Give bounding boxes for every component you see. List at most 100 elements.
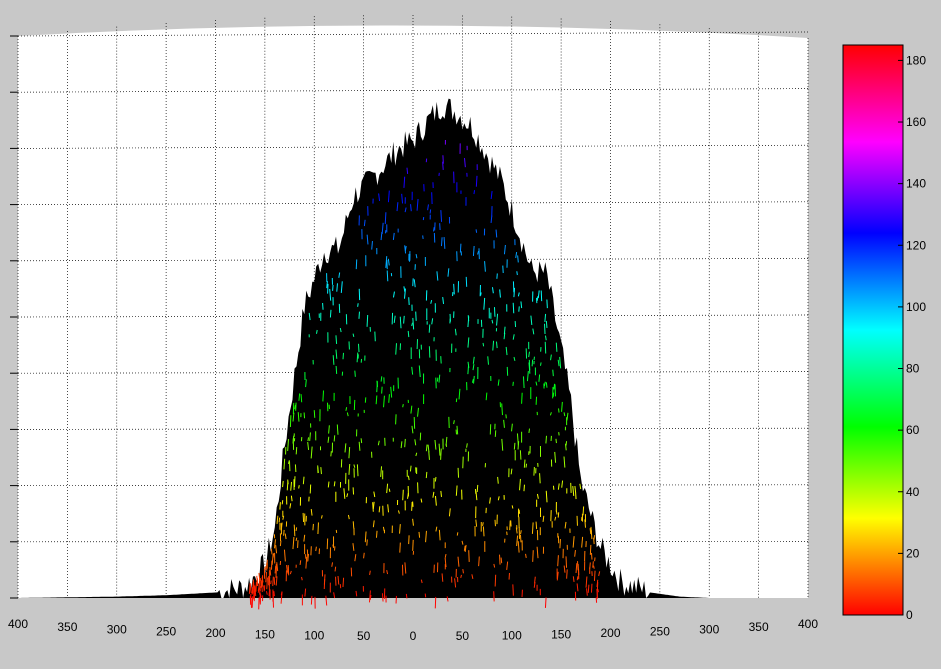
surface-streak	[378, 506, 381, 513]
surface-streak	[381, 593, 384, 602]
surface-streak	[260, 578, 262, 588]
surface-streak	[352, 521, 355, 529]
surface-streak	[544, 341, 547, 354]
surface-streak	[298, 485, 300, 489]
x-tick-label: 350	[749, 620, 769, 634]
surface-streak	[302, 512, 305, 522]
surface-streak	[511, 505, 514, 509]
surface-streak	[497, 476, 499, 484]
surface-streak	[281, 500, 284, 505]
surface-streak	[323, 574, 326, 585]
surface-streak	[388, 394, 390, 403]
surface-streak	[503, 326, 506, 335]
surface-streak	[545, 382, 548, 388]
surface-streak	[356, 464, 359, 477]
surface-streak	[518, 509, 521, 514]
surface-streak	[544, 597, 547, 608]
surface-streak	[442, 161, 444, 171]
surface-streak	[320, 467, 322, 475]
x-tick-label: 400	[798, 617, 818, 631]
surface-streak	[553, 383, 556, 390]
surface-streak	[428, 451, 430, 460]
surface-streak	[466, 443, 468, 448]
surface-streak	[557, 555, 559, 567]
surface-streak	[300, 394, 303, 403]
surface-streak	[290, 495, 293, 502]
x-tick-label: 50	[357, 629, 371, 643]
surface-streak	[418, 531, 421, 538]
surface-streak	[587, 584, 590, 593]
x-tick-label: 50	[456, 629, 470, 643]
surface-streak	[369, 570, 371, 576]
surface-streak	[425, 444, 428, 452]
x-tick-label: 400	[8, 617, 28, 631]
colorbar-tick-label: 180	[906, 53, 926, 67]
surface-streak	[274, 565, 277, 574]
surface-streak	[509, 520, 511, 531]
surface-streak	[495, 229, 498, 238]
colorbar-tick-label: 160	[906, 115, 926, 129]
surface-streak	[273, 577, 276, 585]
x-tick-label: 300	[699, 622, 719, 636]
x-tick-label: 0	[410, 629, 417, 643]
colorbar	[842, 44, 904, 616]
surface-streak	[258, 582, 260, 591]
surface-streak	[384, 212, 387, 224]
surface-streak	[363, 552, 365, 559]
surface-streak	[433, 227, 435, 232]
x-tick-label: 250	[156, 624, 176, 638]
surface-streak	[279, 540, 282, 547]
surface-streak	[555, 510, 558, 515]
surface-streak	[555, 438, 557, 444]
surface-streak	[263, 585, 265, 592]
surface-streak	[272, 553, 275, 558]
surface-streak	[532, 550, 534, 562]
surface-streak	[375, 395, 378, 405]
surface-streak	[251, 596, 254, 608]
surface-streak	[456, 425, 459, 435]
surface-streak	[409, 465, 412, 472]
surface-streak	[295, 447, 298, 455]
x-tick-label: 150	[255, 627, 275, 641]
surface-streak	[582, 506, 585, 516]
surface-streak	[293, 524, 296, 537]
colorbar-tick-label: 120	[906, 238, 926, 252]
surface-streak	[494, 574, 497, 587]
surface-streak	[434, 476, 437, 482]
x-tick-label: 250	[650, 624, 670, 638]
surface-streak	[566, 569, 568, 579]
surface-streak	[577, 561, 579, 571]
surface-streak	[525, 463, 528, 468]
surface-streak	[357, 303, 359, 307]
surface-streak	[313, 410, 316, 418]
surface-streak	[482, 342, 485, 347]
surface-streak	[540, 362, 542, 366]
surface-streak	[512, 584, 514, 596]
surface-streak	[386, 270, 389, 282]
x-tick-label: 100	[502, 628, 522, 642]
surface-streak	[545, 320, 548, 328]
colorbar-tick-label: 100	[906, 300, 926, 314]
surface-streak	[266, 577, 268, 590]
surface-streak	[473, 190, 476, 195]
surface-streak	[512, 302, 515, 314]
colorbar-tick-label: 20	[906, 546, 920, 560]
surface-streak	[593, 535, 596, 540]
surface-streak	[315, 546, 317, 552]
surface-streak	[336, 283, 338, 292]
surface-streak	[538, 374, 541, 382]
surface-plot-figure: 400 350 300 250 200 150 100 50 0 50 100 150 200 250 30…	[0, 0, 941, 669]
surface-streak	[453, 283, 455, 295]
surface-streak	[590, 552, 593, 560]
surface-streak	[366, 314, 369, 327]
surface-streak	[333, 435, 336, 442]
surface-streak	[476, 484, 479, 493]
surface-streak	[519, 450, 522, 460]
surface-streak	[388, 488, 391, 492]
surface-streak	[558, 408, 560, 413]
surface-streak	[531, 522, 534, 534]
surface-streak	[332, 355, 335, 365]
surface-streak	[357, 343, 360, 353]
surface-streak	[404, 438, 406, 448]
colorbar-tick-label: 80	[906, 362, 920, 376]
